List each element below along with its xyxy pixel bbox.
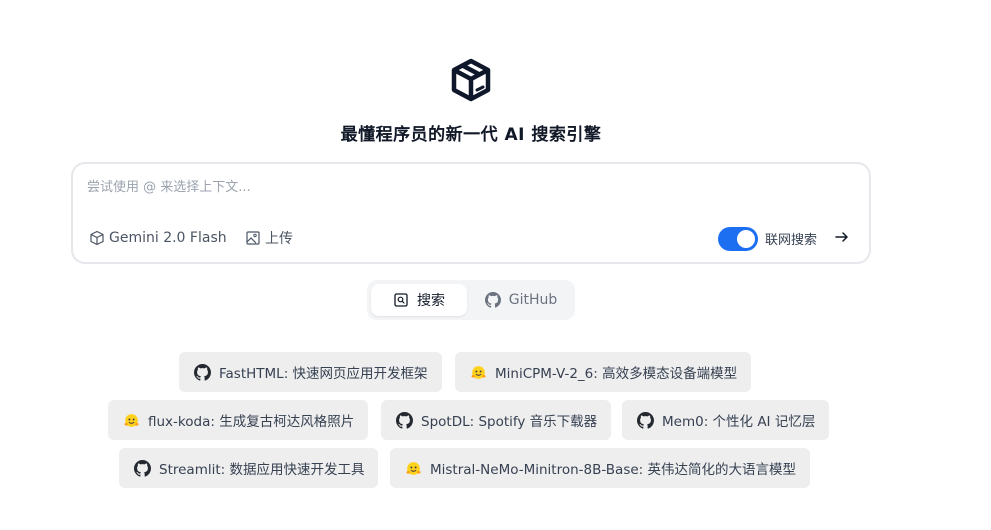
page: 最懂程序员的新一代 AI 搜索引擎 Gemini 2.0 Flash 上传 <box>0 0 991 530</box>
suggestion-label: Mem0: 个性化 AI 记忆层 <box>662 414 816 430</box>
search-box: Gemini 2.0 Flash 上传 联网搜索 <box>71 162 871 264</box>
suggestion-label: FastHTML: 快速网页应用开发框架 <box>219 366 428 382</box>
github-icon <box>134 459 151 477</box>
image-upload-icon <box>245 230 261 246</box>
cube-icon <box>89 230 105 246</box>
upload-button[interactable]: 上传 <box>245 228 293 248</box>
suggestion-chip[interactable]: MiniCPM-V-2_6: 高效多模态设备端模型 <box>455 352 752 392</box>
suggestion-chip[interactable]: FastHTML: 快速网页应用开发框架 <box>179 352 442 392</box>
huggingface-icon <box>470 364 487 381</box>
page-title: 最懂程序员的新一代 AI 搜索引擎 <box>340 125 602 145</box>
huggingface-icon <box>405 460 422 477</box>
web-search-label: 联网搜索 <box>765 233 818 248</box>
github-icon <box>194 363 211 381</box>
suggestion-chip[interactable]: Mistral-NeMo-Minitron-8B-Base: 英伟达简化的大语言… <box>390 448 810 488</box>
tab-search-label: 搜索 <box>417 293 445 309</box>
arrow-right-icon[interactable] <box>833 228 851 246</box>
toggle-knob <box>737 230 755 248</box>
search-icon <box>393 292 409 308</box>
suggestion-chip[interactable]: SpotDL: Spotify 音乐下载器 <box>381 400 612 440</box>
github-icon <box>637 411 654 429</box>
github-icon <box>396 411 413 429</box>
suggestion-chip[interactable]: Mem0: 个性化 AI 记忆层 <box>622 400 830 440</box>
huggingface-icon <box>123 412 140 429</box>
mode-tabs: 搜索 GitHub <box>367 280 575 320</box>
web-search-toggle[interactable] <box>718 227 758 251</box>
suggestion-label: Streamlit: 数据应用快速开发工具 <box>159 462 365 478</box>
model-selector-button[interactable]: Gemini 2.0 Flash <box>89 228 227 248</box>
github-icon <box>484 292 501 308</box>
suggestion-label: SpotDL: Spotify 音乐下载器 <box>421 414 598 430</box>
upload-label: 上传 <box>265 231 293 247</box>
suggestion-chip[interactable]: flux-koda: 生成复古柯达风格照片 <box>108 400 369 440</box>
tab-search[interactable]: 搜索 <box>371 284 467 316</box>
suggestion-label: Mistral-NeMo-Minitron-8B-Base: 英伟达简化的大语言… <box>430 462 796 478</box>
tab-github[interactable]: GitHub <box>471 284 571 316</box>
tab-github-label: GitHub <box>508 292 558 308</box>
model-label: Gemini 2.0 Flash <box>109 230 227 246</box>
suggestion-label: flux-koda: 生成复古柯达风格照片 <box>148 414 355 430</box>
box-icon <box>451 58 491 102</box>
suggestion-label: MiniCPM-V-2_6: 高效多模态设备端模型 <box>495 366 738 382</box>
search-input[interactable] <box>87 176 847 198</box>
suggestion-chip[interactable]: Streamlit: 数据应用快速开发工具 <box>119 448 379 488</box>
